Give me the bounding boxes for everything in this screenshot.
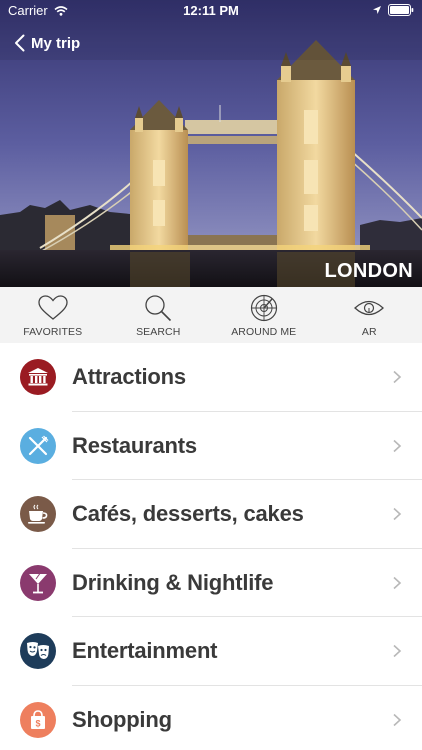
museum-icon	[20, 359, 56, 396]
ar-button[interactable]: AR	[317, 287, 422, 343]
chevron-right-icon	[393, 371, 402, 384]
back-button[interactable]: My trip	[14, 34, 80, 52]
favorites-button[interactable]: FAVORITES	[0, 287, 106, 343]
category-label: Restaurants	[72, 432, 197, 458]
chevron-right-icon	[393, 439, 402, 452]
status-bar: Carrier 12:11 PM	[0, 0, 422, 22]
chevron-right-icon	[393, 576, 402, 589]
search-icon	[145, 295, 172, 322]
heart-icon	[38, 295, 68, 320]
city-title: LONDON	[324, 260, 413, 282]
quick-actions-toolbar: FAVORITES SEARCH AROUND ME AR	[0, 287, 422, 343]
list-item-drinking-nightlife[interactable]: Drinking & Nightlife	[0, 549, 422, 617]
around-me-label: AROUND ME	[231, 326, 297, 338]
theater-masks-icon	[20, 633, 56, 670]
category-label: Entertainment	[72, 638, 218, 664]
back-label: My trip	[31, 34, 81, 52]
status-time: 12:11 PM	[183, 3, 239, 18]
search-label: SEARCH	[136, 326, 181, 338]
eye-icon	[354, 300, 385, 316]
svg-text:$: $	[35, 718, 40, 728]
category-label: Attractions	[72, 364, 186, 390]
hero-image: Carrier 12:11 PM My trip LONDON	[0, 0, 422, 287]
fork-knife-icon	[20, 427, 56, 464]
around-me-button[interactable]: AROUND ME	[211, 287, 317, 343]
coffee-cup-icon	[20, 496, 56, 533]
category-label: Cafés, desserts, cakes	[72, 501, 304, 527]
list-item-cafes[interactable]: Cafés, desserts, cakes	[0, 480, 422, 549]
list-item-attractions[interactable]: Attractions	[0, 343, 422, 412]
list-item-restaurants[interactable]: Restaurants	[0, 412, 422, 480]
chevron-right-icon	[393, 645, 402, 658]
battery-icon	[388, 4, 414, 16]
category-label: Drinking & Nightlife	[72, 569, 274, 595]
chevron-left-icon	[15, 34, 25, 52]
category-list: Attractions Restaurants Cafés, desserts,…	[0, 343, 422, 750]
chevron-right-icon	[393, 508, 402, 521]
chevron-right-icon	[393, 713, 402, 726]
category-label: Shopping	[72, 706, 172, 732]
cocktail-icon	[20, 564, 56, 601]
ar-label: AR	[361, 326, 377, 338]
radar-icon	[250, 294, 277, 322]
search-button[interactable]: SEARCH	[106, 287, 212, 343]
list-item-shopping[interactable]: $ Shopping	[0, 686, 422, 750]
location-arrow-icon	[373, 6, 381, 14]
list-item-entertainment[interactable]: Entertainment	[0, 617, 422, 686]
favorites-label: FAVORITES	[23, 326, 83, 338]
status-right	[372, 4, 414, 16]
shopping-bag-icon: $	[20, 701, 56, 738]
